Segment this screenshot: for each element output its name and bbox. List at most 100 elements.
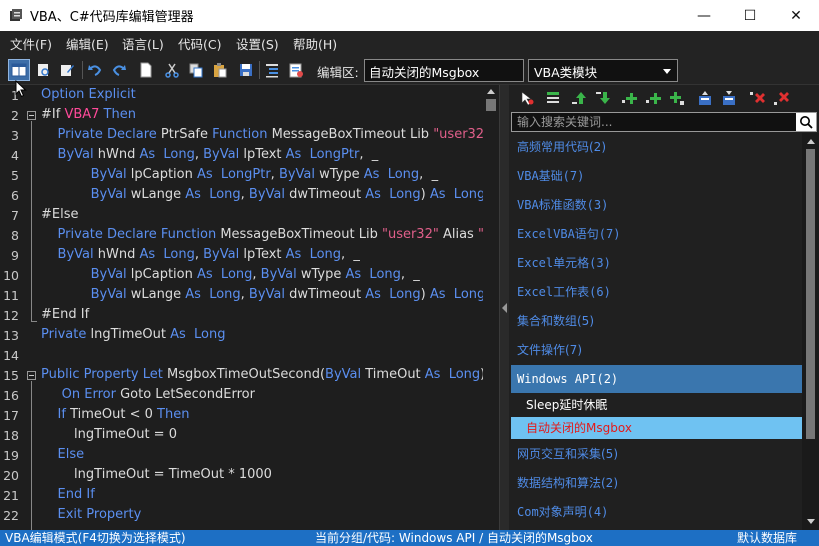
code-line: ByVal wLange As Long, ByVal dwTimeout As… <box>41 185 486 205</box>
code-token: Then <box>99 107 136 122</box>
view-button[interactable] <box>32 59 54 81</box>
close-button[interactable]: ✕ <box>773 0 819 31</box>
code-token: wLange <box>130 287 186 302</box>
line-number: 9 <box>11 248 19 263</box>
code-token: , <box>194 247 204 262</box>
delete-button[interactable] <box>749 90 765 106</box>
code-token: , <box>240 287 249 302</box>
code-line: Exit Property <box>41 505 142 525</box>
menu-help[interactable]: 帮助(H) <box>293 34 337 53</box>
code-token: , <box>270 167 279 182</box>
panel-splitter[interactable] <box>499 85 509 530</box>
code-line: ByVal hWnd As Long, ByVal lpText As Long… <box>41 245 360 265</box>
export-button[interactable] <box>721 90 737 106</box>
list-button[interactable] <box>545 90 561 106</box>
code-token: , _ <box>341 247 360 262</box>
scissors-icon <box>165 63 179 78</box>
tree-scrollbar[interactable] <box>802 133 819 530</box>
tree-code-item[interactable]: Sleep延时休眠 <box>511 394 802 416</box>
line-number: 2 <box>11 108 19 123</box>
redo-button[interactable] <box>108 59 130 81</box>
tree-group-item[interactable]: ExcelVBA语句(7) <box>511 220 802 248</box>
tree-group-item[interactable]: 高频常用代码(2) <box>511 133 802 161</box>
tree-group-item[interactable]: Excel单元格(3) <box>511 249 802 277</box>
copy-button[interactable] <box>185 59 207 81</box>
save-icon <box>240 64 252 76</box>
split-view-button[interactable] <box>8 59 30 81</box>
paste-button[interactable] <box>209 59 231 81</box>
format-button[interactable] <box>261 59 283 81</box>
move-up-button[interactable] <box>571 90 587 106</box>
code-token: dwTimeout <box>289 187 366 202</box>
scroll-up-icon[interactable] <box>807 139 815 144</box>
minimize-button[interactable]: — <box>681 0 727 31</box>
menu-edit[interactable]: 编辑(E) <box>66 34 109 53</box>
export-button[interactable] <box>285 59 307 81</box>
module-type-select[interactable]: VBA类模块 <box>528 59 678 82</box>
move-down-button[interactable] <box>595 90 611 106</box>
add-group-button[interactable] <box>621 90 637 106</box>
code-token: ByVal <box>41 167 131 182</box>
line-number: 8 <box>11 228 19 243</box>
maximize-button[interactable]: ☐ <box>727 0 773 31</box>
tree-group-item[interactable]: Com对象声明(4) <box>511 498 802 526</box>
menu-file[interactable]: 文件(F) <box>10 34 52 53</box>
save-button[interactable] <box>235 59 257 81</box>
scroll-down-icon[interactable] <box>807 519 815 524</box>
menu-settings[interactable]: 设置(S) <box>236 34 279 53</box>
library-toolbar <box>509 85 819 110</box>
fold-line <box>31 121 32 321</box>
code-token: wType <box>300 267 346 282</box>
scroll-up-icon[interactable] <box>487 89 495 94</box>
menu-language[interactable]: 语言(L) <box>122 34 164 53</box>
code-token: ByVal <box>260 267 301 282</box>
undo-button[interactable] <box>84 59 106 81</box>
fold-toggle[interactable] <box>27 111 36 120</box>
module-type-value: VBA类模块 <box>534 65 598 80</box>
tree-group-item[interactable]: VBA标准函数(3) <box>511 191 802 219</box>
add-code-button[interactable] <box>645 90 661 106</box>
tree-group-item[interactable]: Windows API(2) <box>511 365 802 393</box>
tree-group-item[interactable]: 文件操作(7) <box>511 336 802 364</box>
scroll-thumb[interactable] <box>486 99 496 111</box>
search-button[interactable] <box>796 113 816 131</box>
code-token: As Long <box>365 187 421 202</box>
delete-all-button[interactable] <box>773 90 789 106</box>
snippet-name-field[interactable]: 自动关闭的Msgbox <box>364 59 524 82</box>
code-line: #Else <box>41 205 79 225</box>
code-token: PtrSafe <box>160 127 213 142</box>
fold-end <box>31 321 37 322</box>
new-button[interactable] <box>135 59 157 81</box>
add-child-button[interactable] <box>669 90 685 106</box>
tree-group-item[interactable]: Excel工作表(6) <box>511 278 802 306</box>
indent-icon <box>266 64 278 78</box>
menu-code[interactable]: 代码(C) <box>178 34 221 53</box>
scroll-thumb[interactable] <box>806 149 815 439</box>
code-token: ByVal <box>41 187 131 202</box>
code-token: MessageBoxTimeout Lib <box>271 127 434 142</box>
tree-group-item[interactable]: VBA基础(7) <box>511 162 802 190</box>
editor-scrollbar[interactable] <box>483 85 499 530</box>
code-token: ByVal <box>278 167 320 182</box>
cut-button[interactable] <box>161 59 183 81</box>
import-button[interactable] <box>697 90 713 106</box>
line-number: 5 <box>11 168 19 183</box>
tree-group-item[interactable]: 网页交互和采集(5) <box>511 440 802 468</box>
code-token: Function <box>212 127 272 142</box>
tree-group-item[interactable]: 数据结构和算法(2) <box>511 469 802 497</box>
code-token: ByVal <box>41 147 98 162</box>
add-icon <box>670 92 684 105</box>
collapse-left-icon[interactable] <box>502 303 507 313</box>
code-token: If <box>41 407 71 422</box>
tree-code-item[interactable]: 自动关闭的Msgbox <box>511 417 802 439</box>
code-editor[interactable]: 1 2 3 4 5 6 7 8 9 10 11 12 13 14 15 16 17 18 19 20 21 22 Opti… <box>0 85 499 530</box>
locate-button[interactable] <box>519 90 535 106</box>
edit-document-icon <box>61 65 74 76</box>
search-input[interactable] <box>512 113 796 131</box>
fold-toggle[interactable] <box>27 371 36 380</box>
code-token: Private <box>41 327 91 342</box>
code-token: , _ <box>400 267 420 282</box>
tree-group-item[interactable]: 集合和数组(5) <box>511 307 802 335</box>
edit-doc-button[interactable] <box>56 59 78 81</box>
code-token: ByVal <box>248 187 290 202</box>
